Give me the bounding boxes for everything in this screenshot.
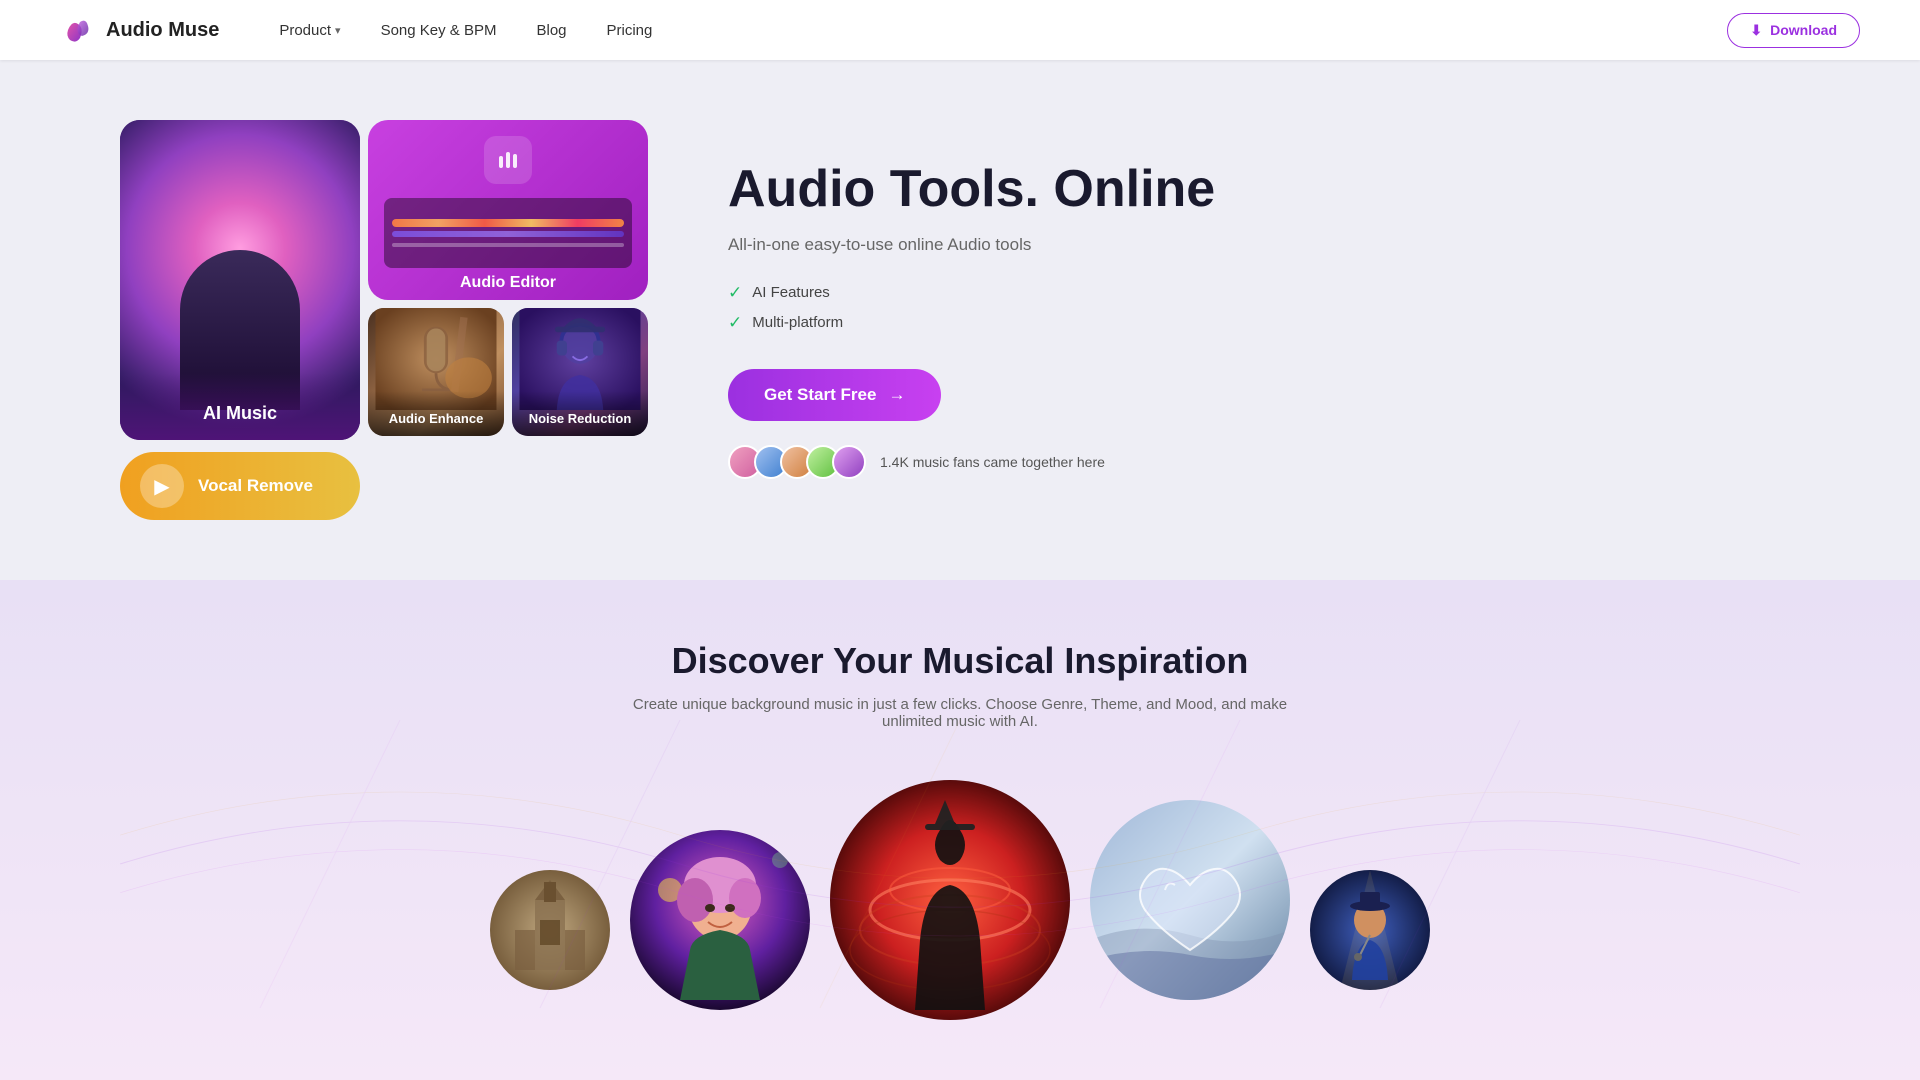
circle-performer[interactable] <box>1310 870 1430 990</box>
main-nav: Product ▾ Song Key & BPM Blog Pricing <box>279 22 652 39</box>
avatar-group <box>728 445 866 479</box>
nav-item-pricing[interactable]: Pricing <box>607 22 653 39</box>
waveform-2 <box>392 231 624 237</box>
performer-illustration <box>1310 870 1430 990</box>
noise-reduction-card[interactable]: Noise Reduction <box>512 308 648 436</box>
singer-illustration <box>630 830 810 1010</box>
check-icon-ai: ✓ <box>728 283 742 303</box>
feature-ai-text: AI Features <box>752 284 830 301</box>
hero-features: ✓ AI Features ✓ Multi-platform <box>728 283 1800 333</box>
bottom-cards-row: Audio Enhance <box>368 308 648 436</box>
vocal-icon: ▶ <box>140 464 184 508</box>
nav-item-product[interactable]: Product ▾ <box>279 22 340 39</box>
noise-reduction-label: Noise Reduction <box>512 391 648 436</box>
check-icon-platform: ✓ <box>728 313 742 333</box>
nav-item-song-key[interactable]: Song Key & BPM <box>381 22 497 39</box>
audio-enhance-card[interactable]: Audio Enhance <box>368 308 504 436</box>
hero-subtitle: All-in-one easy-to-use online Audio tool… <box>728 235 1800 255</box>
logo-link[interactable]: Audio Muse <box>60 12 219 48</box>
logo-text: Audio Muse <box>106 19 219 42</box>
feature-ai: ✓ AI Features <box>728 283 1800 303</box>
equalizer-icon <box>494 146 522 174</box>
audio-editor-icon <box>484 136 532 184</box>
arrow-right-icon: → <box>888 385 905 405</box>
hero-text: Audio Tools. Online All-in-one easy-to-u… <box>728 161 1800 478</box>
logo-icon <box>60 12 96 48</box>
nav-item-blog[interactable]: Blog <box>536 22 566 39</box>
navbar-right: ⬇ Download <box>1727 13 1860 48</box>
download-icon: ⬇ <box>1750 22 1762 39</box>
circle-church[interactable] <box>490 870 610 990</box>
discover-title: Discover Your Musical Inspiration <box>120 640 1800 682</box>
avatar <box>832 445 866 479</box>
heart-illustration <box>1090 800 1290 1000</box>
navbar: Audio Muse Product ▾ Song Key & BPM Blog… <box>0 0 1920 60</box>
discover-circles <box>120 780 1800 1020</box>
circle-heart[interactable] <box>1090 800 1290 1000</box>
hero-title: Audio Tools. Online <box>728 161 1800 218</box>
editor-screen <box>384 198 632 268</box>
get-start-free-button[interactable]: Get Start Free → <box>728 369 941 421</box>
social-proof-text: 1.4K music fans came together here <box>880 454 1105 470</box>
audio-editor-label: Audio Editor <box>384 274 632 292</box>
discover-subtitle: Create unique background music in just a… <box>610 696 1310 730</box>
circle-singer[interactable] <box>630 830 810 1010</box>
cta-label: Get Start Free <box>764 385 876 405</box>
audio-enhance-label: Audio Enhance <box>368 391 504 436</box>
feature-platform-text: Multi-platform <box>752 314 843 331</box>
feature-platform: ✓ Multi-platform <box>728 313 1800 333</box>
discover-section: Discover Your Musical Inspiration Create… <box>0 580 1920 1080</box>
social-proof: 1.4K music fans came together here <box>728 445 1800 479</box>
church-illustration <box>490 870 610 990</box>
hero-cards: AI Music ▶ Vocal Remove <box>120 120 648 520</box>
energy-illustration <box>830 780 1070 1020</box>
hero-section: AI Music ▶ Vocal Remove <box>0 60 1920 580</box>
waveform-1 <box>392 219 624 227</box>
ai-music-card[interactable]: AI Music <box>120 120 360 440</box>
chevron-down-icon: ▾ <box>335 24 341 37</box>
circle-redman[interactable] <box>830 780 1070 1020</box>
audio-editor-card[interactable]: Audio Editor <box>368 120 648 300</box>
download-button[interactable]: ⬇ Download <box>1727 13 1860 48</box>
vocal-remove-label: Vocal Remove <box>198 476 313 496</box>
ai-music-label: AI Music <box>120 373 360 440</box>
vocal-remove-card[interactable]: ▶ Vocal Remove <box>120 452 360 520</box>
